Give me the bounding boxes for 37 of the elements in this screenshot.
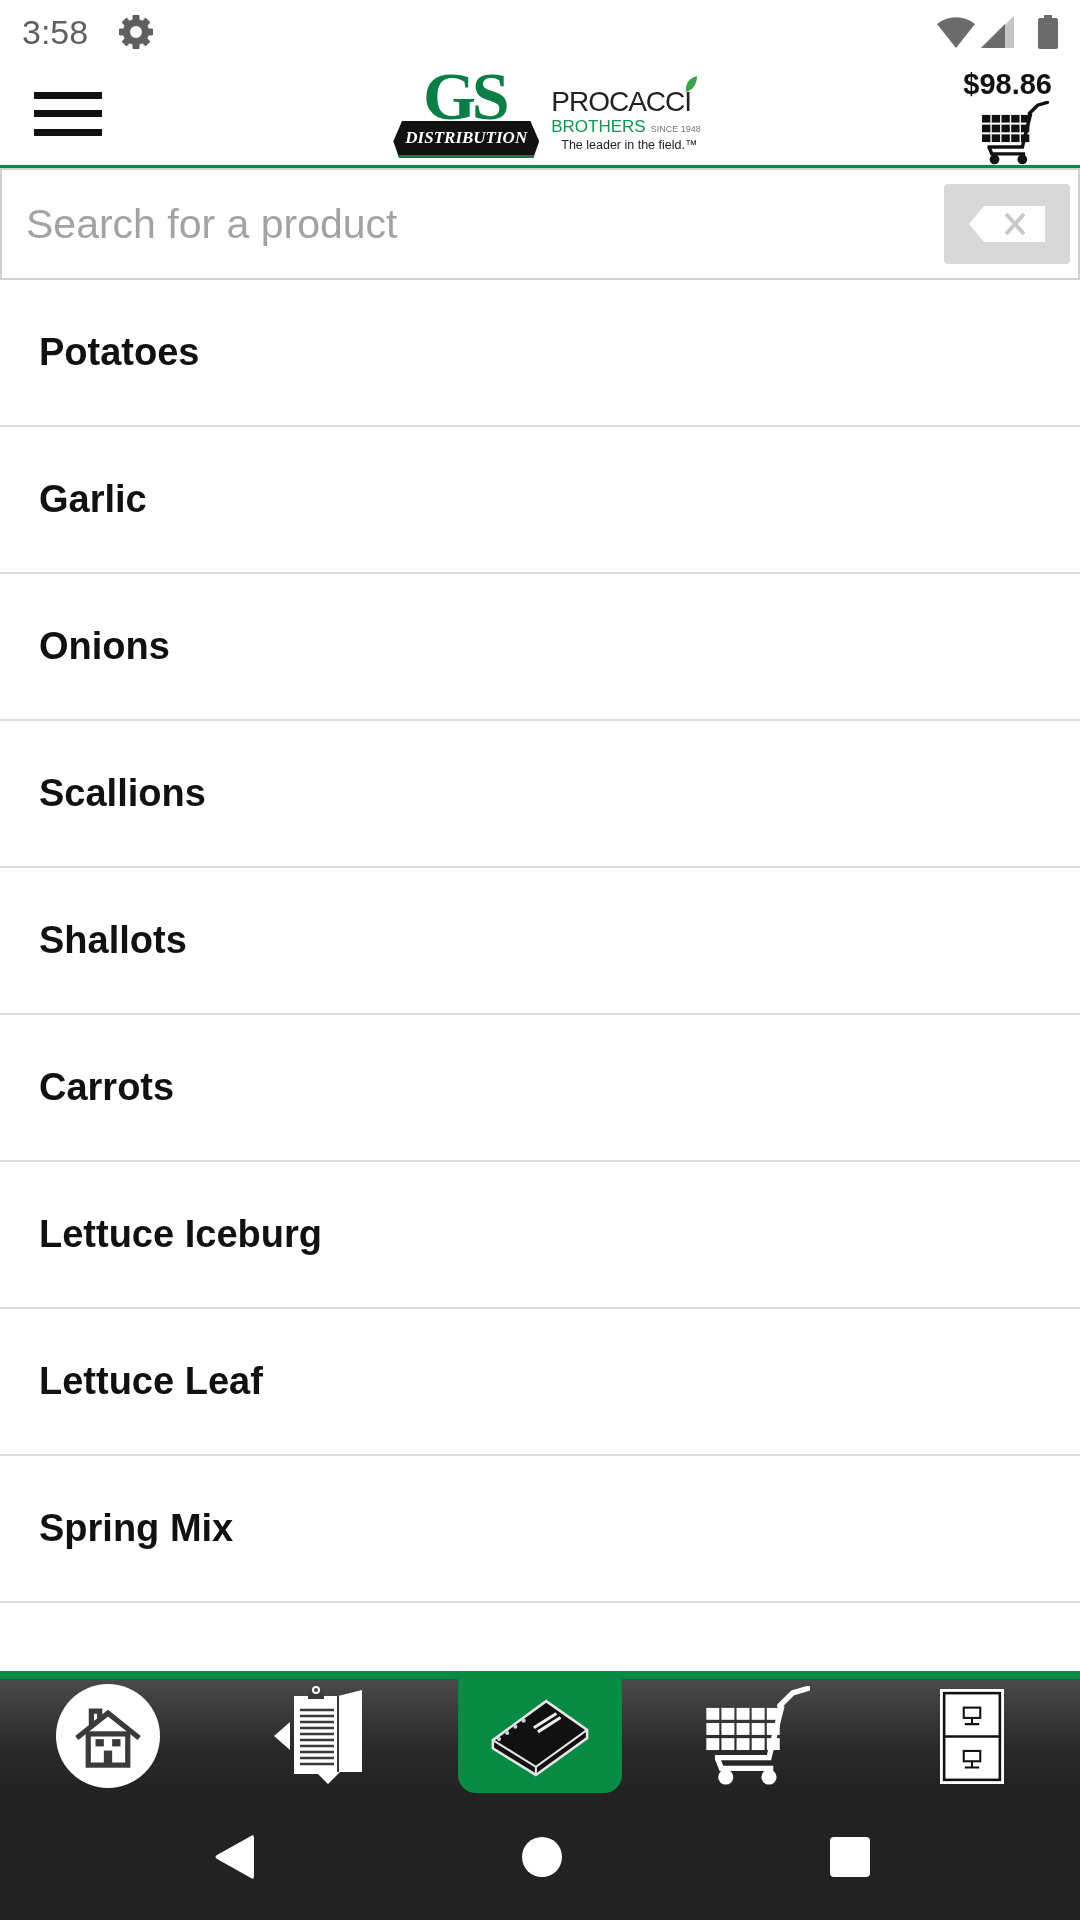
category-row[interactable]: Onions (0, 574, 1080, 721)
home-button[interactable] (56, 1684, 160, 1788)
wifi-icon (937, 15, 975, 48)
catalog-button[interactable] (458, 1679, 622, 1793)
menu-icon (34, 92, 102, 136)
clear-icon (968, 205, 1046, 243)
category-row[interactable]: Carrots (0, 1015, 1080, 1162)
category-row[interactable]: Garlic (0, 427, 1080, 574)
logo-tagline: The leader in the field.™ (561, 139, 698, 152)
home-circle-icon (522, 1836, 562, 1877)
status-time: 3:58 (22, 14, 89, 49)
logo-name: PROCACCI (551, 88, 692, 117)
category-row[interactable]: Lettuce Leaf (0, 1309, 1080, 1456)
category-row[interactable]: Shallots (0, 868, 1080, 1015)
battery-icon (1038, 14, 1058, 49)
logo-banner: DISTRIBUTION (393, 121, 540, 158)
category-row[interactable]: Spring Mix (0, 1456, 1080, 1603)
leaf-icon (685, 76, 698, 93)
logo-subname: BROTHERS (551, 118, 646, 136)
menu-button[interactable] (34, 92, 102, 136)
category-row[interactable]: Potatoes (0, 280, 1080, 427)
home-icon (56, 1684, 160, 1788)
category-row[interactable]: Lettuce Iceburg (0, 1162, 1080, 1309)
back-icon (214, 1833, 254, 1880)
home-key-button[interactable] (522, 1836, 562, 1877)
settings-icon (118, 13, 155, 50)
cabinet-button[interactable] (940, 1688, 1004, 1784)
logo-letters: GS (422, 70, 507, 123)
recents-button[interactable] (830, 1836, 870, 1877)
signal-icon (981, 15, 1014, 48)
back-button[interactable] (214, 1833, 254, 1880)
logo-since: SINCE 1948 (650, 125, 701, 135)
search-field[interactable]: Search for a product (0, 168, 1080, 280)
overview-square-icon (830, 1836, 870, 1877)
cabinet-icon (940, 1688, 1004, 1784)
category-row[interactable]: Scallions (0, 721, 1080, 868)
cart-total: $98.86 (963, 70, 1052, 99)
